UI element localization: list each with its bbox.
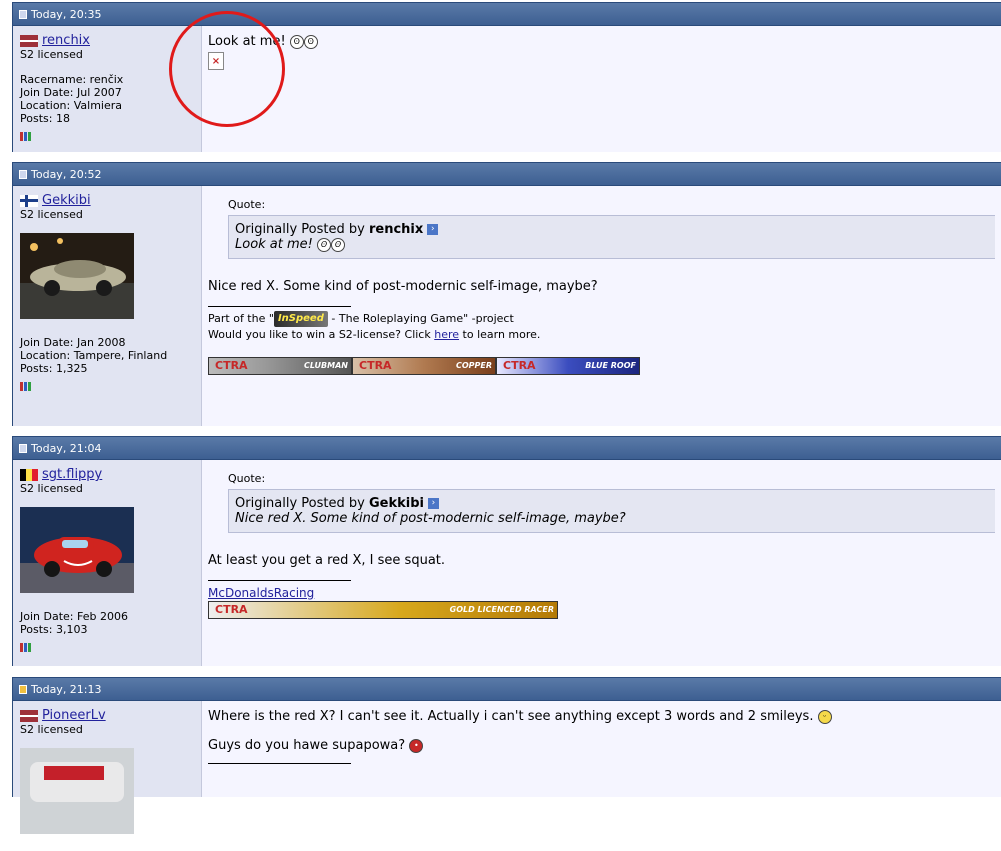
post-header: Today, 21:04	[13, 437, 1001, 460]
post: Today, 20:35 renchix S2 licensed Racerna…	[12, 2, 1001, 152]
signature-text: Part of the "	[208, 312, 274, 325]
avatar	[20, 748, 134, 834]
post-header: Today, 20:52	[13, 163, 1001, 186]
license-status: S2 licensed	[20, 48, 83, 61]
broken-image-icon: ×	[208, 52, 224, 70]
post-header: Today, 21:13	[13, 678, 1001, 701]
signature-link[interactable]: here	[434, 328, 459, 341]
username-link[interactable]: renchix	[42, 34, 90, 47]
banner-text: BLUE ROOF	[585, 361, 636, 370]
finland-flag-icon	[20, 194, 38, 207]
join-date: Join Date: Jan 2008	[20, 336, 126, 349]
user-info: sgt.flippy S2 licensed Join Date: Feb 20…	[13, 460, 202, 666]
license-banners: CTRA GOLD LICENCED RACER	[208, 601, 995, 619]
rank-icon	[20, 377, 34, 391]
quote-text: Look at me!	[235, 237, 313, 252]
avatar	[20, 233, 134, 319]
view-post-icon[interactable]: ›	[427, 224, 439, 235]
smiley-icon: ᵕ	[817, 709, 832, 724]
rank-icon	[20, 127, 34, 141]
signature: McDonaldsRacing	[208, 585, 995, 601]
signature-text: to learn more.	[462, 328, 541, 341]
post-content: Where is the red X? I can't see it. Actu…	[202, 701, 1001, 797]
signature-divider	[208, 580, 351, 581]
post: Today, 20:52 Gekkibi S2 licensed Join Da…	[12, 162, 1001, 426]
post-count: Posts: 3,103	[20, 623, 88, 636]
join-date: Join Date: Jul 2007	[20, 86, 122, 99]
license-status: S2 licensed	[20, 723, 83, 736]
post-icon	[19, 443, 27, 453]
post: Today, 21:04 sgt.flippy S2 licensed Join…	[12, 436, 1001, 666]
signature-divider	[208, 306, 351, 307]
post: Today, 21:13 PioneerLv S2 licensed Where…	[12, 677, 1001, 834]
username-link[interactable]: PioneerLv	[42, 709, 106, 722]
banner-text: COPPER	[455, 361, 492, 370]
post-time: Today, 20:35	[31, 7, 102, 21]
join-date: Join Date: Feb 2006	[20, 610, 128, 623]
post-content: Quote: Originally Posted by Gekkibi › Nic…	[202, 460, 1001, 666]
quote-prefix: Originally Posted by	[235, 222, 365, 237]
post-count: Posts: 1,325	[20, 362, 88, 375]
rank-icon	[20, 638, 34, 652]
quote-prefix: Originally Posted by	[235, 496, 365, 511]
smiley-icon: ʘ	[331, 237, 346, 252]
quote-box: Originally Posted by renchix › Look at me…	[228, 215, 995, 259]
quote-label: Quote:	[228, 472, 266, 485]
copper-banner: CTRA COPPER	[352, 357, 496, 375]
blue-roof-banner: CTRA BLUE ROOF	[496, 357, 640, 375]
user-info: renchix S2 licensed Racername: renčix Jo…	[13, 26, 202, 152]
quote-author: renchix	[368, 222, 424, 237]
signature-text: Would you like to win a S2-license? Clic…	[208, 328, 431, 341]
latvia-flag-icon	[20, 34, 38, 47]
quote-text: Nice red X. Some kind of post-modernic s…	[235, 511, 626, 526]
post-content: Look at me! ʘʘ ×	[202, 26, 1001, 152]
banner-text: CLUBMAN	[304, 361, 348, 370]
user-info: Gekkibi S2 licensed Join Date: Jan 2008 …	[13, 186, 202, 426]
smiley-icon: ʘ	[317, 237, 332, 252]
post-message: Where is the red X? I can't see it. Actu…	[208, 709, 814, 724]
post-message: Nice red X. Some kind of post-modernic s…	[208, 279, 598, 294]
user-info: PioneerLv S2 licensed	[13, 701, 202, 834]
racername: Racername: renčix	[20, 73, 124, 86]
signature-divider	[208, 763, 351, 764]
quote-box: Originally Posted by Gekkibi › Nice red X…	[228, 489, 995, 533]
post-time: Today, 21:04	[31, 441, 102, 455]
post-message: Look at me!	[208, 34, 286, 49]
post-header: Today, 20:35	[13, 3, 1001, 26]
license-status: S2 licensed	[20, 482, 83, 495]
inspeed-logo: InSpeed	[273, 311, 328, 327]
license-status: S2 licensed	[20, 208, 83, 221]
gold-license-banner: CTRA GOLD LICENCED RACER	[208, 601, 558, 619]
location: Location: Valmiera	[20, 99, 122, 112]
quote-label: Quote:	[228, 198, 266, 211]
post-content: Quote: Originally Posted by renchix › Loo…	[202, 186, 1001, 426]
username-link[interactable]: sgt.flippy	[42, 468, 102, 481]
quote-author: Gekkibi	[368, 496, 424, 511]
post-message: At least you get a red X, I see squat.	[208, 553, 446, 568]
post-count: Posts: 18	[20, 112, 70, 125]
post-icon	[19, 169, 27, 179]
post-icon	[19, 684, 27, 694]
signature-text: - The Roleplaying Game" -project	[331, 312, 514, 325]
avatar	[20, 507, 134, 593]
smiley-icon: ʘ	[303, 34, 318, 49]
post-icon	[19, 9, 27, 19]
location: Location: Tampere, Finland	[20, 349, 168, 362]
belgium-flag-icon	[20, 468, 38, 481]
post-time: Today, 21:13	[31, 682, 102, 696]
banner-text: GOLD LICENCED RACER	[449, 605, 554, 614]
post-message: Guys do you hawe supapowa?	[208, 738, 406, 753]
smiley-icon: •	[409, 738, 424, 753]
view-post-icon[interactable]: ›	[427, 498, 439, 509]
latvia-flag-icon	[20, 709, 38, 722]
post-time: Today, 20:52	[31, 167, 102, 181]
signature-link[interactable]: McDonaldsRacing	[208, 586, 314, 600]
clubman-banner: CTRA CLUBMAN	[208, 357, 352, 375]
license-banners: CTRA CLUBMAN CTRA COPPER CTRA BLUE ROOF	[208, 357, 995, 375]
smiley-icon: ʘ	[289, 34, 304, 49]
username-link[interactable]: Gekkibi	[42, 194, 91, 207]
signature: Part of the " InSpeed - The Roleplaying G…	[208, 311, 995, 343]
